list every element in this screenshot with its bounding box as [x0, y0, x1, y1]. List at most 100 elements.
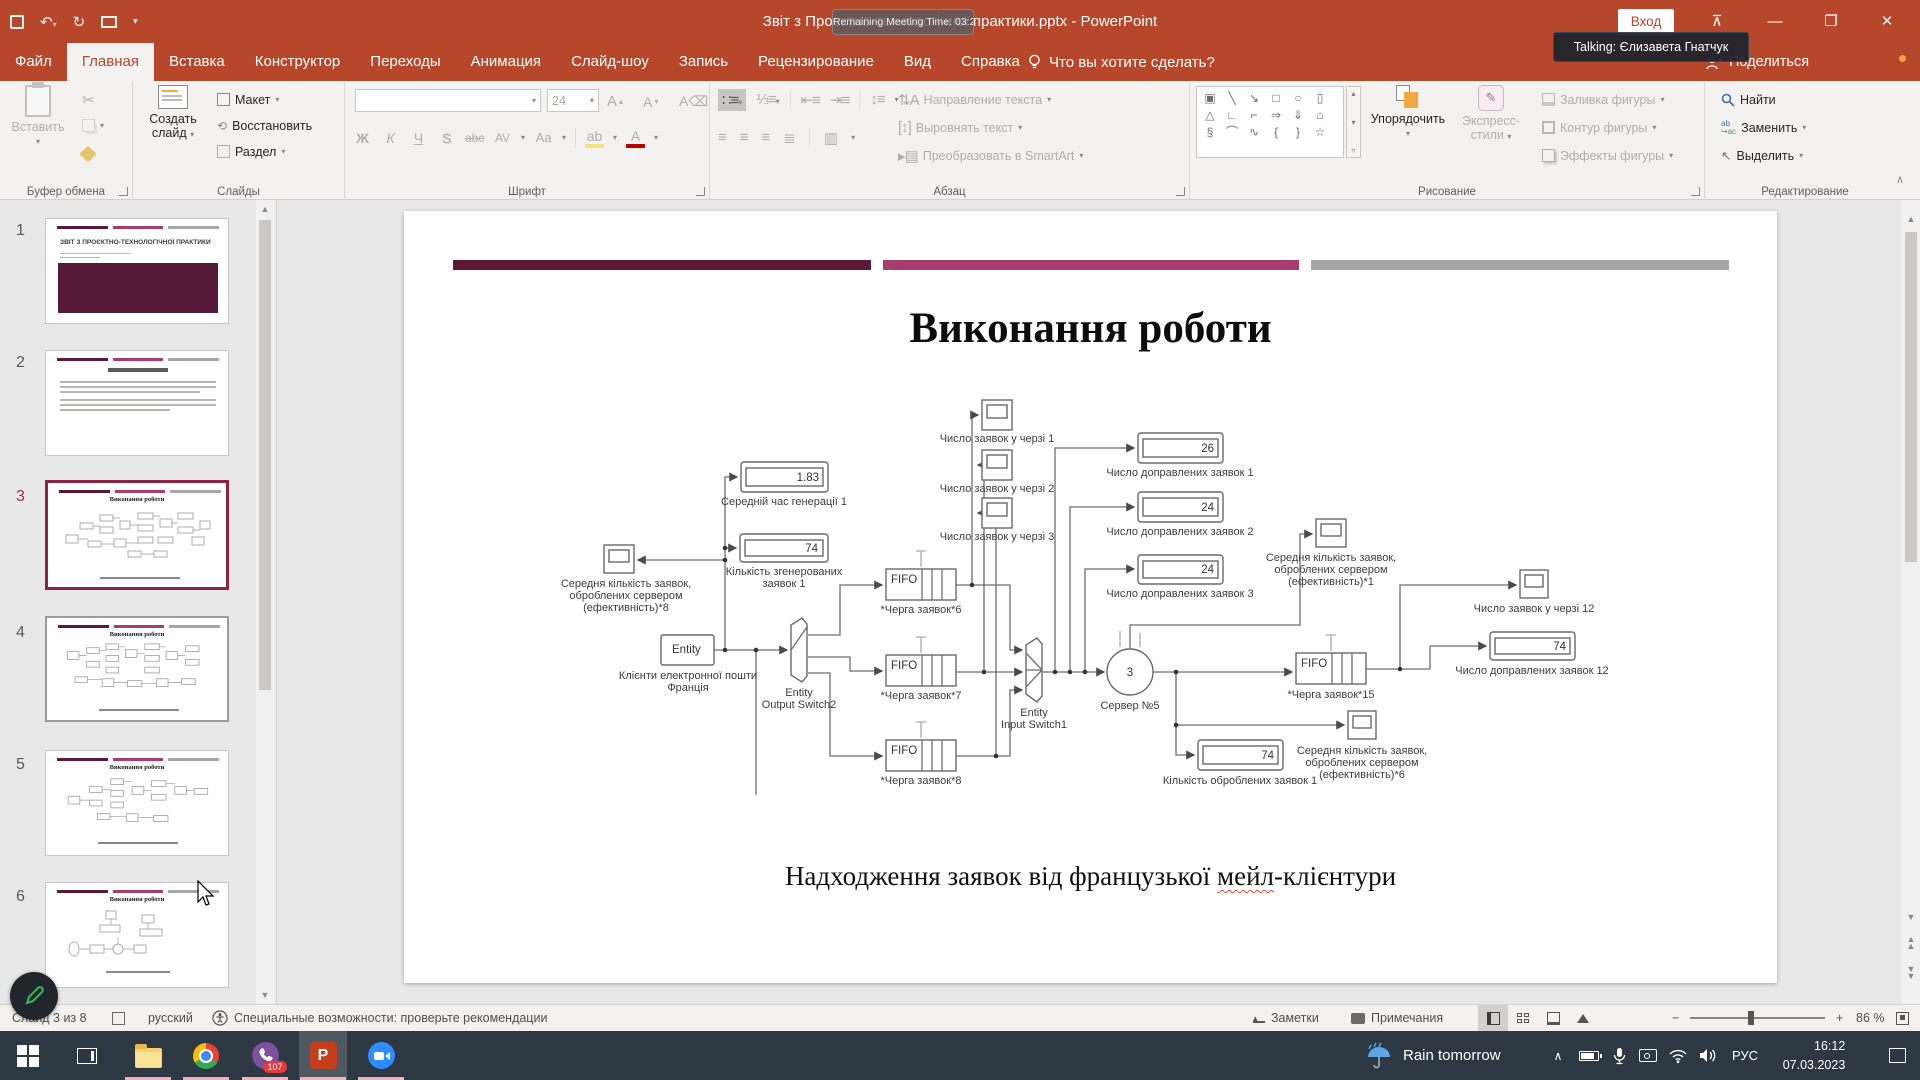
fit-slide-button[interactable] [1896, 1005, 1909, 1031]
scroll-thumb[interactable] [1905, 232, 1917, 562]
slide-sorter-view-button[interactable] [1508, 1005, 1538, 1031]
notes-status-icon[interactable] [112, 1005, 125, 1031]
restore-button[interactable]: ❐ [1808, 0, 1854, 43]
panel-scroll-thumb[interactable] [259, 220, 271, 690]
quick-styles-button[interactable]: ✎ Экспресс-стили ▾ [1452, 85, 1530, 179]
start-button[interactable] [4, 1031, 52, 1080]
slide-thumbnail-2[interactable] [45, 350, 229, 456]
normal-view-button[interactable] [1478, 1005, 1508, 1031]
drawing-dialog-launcher[interactable] [1691, 187, 1700, 196]
shape-fill-button[interactable]: Заливка фигуры▾ [1542, 87, 1664, 112]
panel-scroll-up-icon[interactable]: ▲ [256, 204, 274, 214]
scroll-up-icon[interactable]: ▲ [1902, 214, 1920, 224]
replace-button[interactable]: ab↪ac Заменить▾ [1721, 115, 1806, 140]
language-indicator[interactable]: РУС [1726, 1031, 1764, 1080]
font-size-select[interactable]: 24▾ [547, 89, 599, 112]
new-slide-button[interactable]: Создать слайд ▾ [137, 85, 209, 179]
slide-thumbnail-1[interactable]: ЗВІТ З ПРОЄКТНО-ТЕХНОЛОГІЧНОЇ ПРАКТИКИ [45, 218, 229, 324]
tell-me-search[interactable]: Что вы хотите сделать? [1028, 43, 1215, 81]
taskbar-chrome[interactable] [182, 1031, 230, 1080]
panel-scroll-down-icon[interactable]: ▼ [256, 990, 274, 1000]
gallery-down-icon[interactable]: ▿ [1351, 146, 1355, 155]
taskbar-powerpoint-active[interactable]: P [299, 1031, 347, 1080]
justify-icon[interactable]: ≣ [783, 129, 795, 147]
line-spacing-icon[interactable]: ↕≡ [870, 91, 884, 108]
task-view-button[interactable] [63, 1031, 111, 1080]
paste-button[interactable]: Вставить ▾ [2, 85, 74, 179]
gallery-more-icon[interactable]: ▾ [1351, 118, 1355, 127]
shapes-gallery-scrollbar[interactable]: ▴ ▾ ▿ [1346, 86, 1361, 158]
font-name-select[interactable]: ▾ [355, 89, 541, 112]
numbering-button[interactable]: ⅓≡▾ [756, 91, 779, 108]
italic-button[interactable]: К [381, 130, 400, 146]
grow-font-button[interactable]: А▴ [607, 89, 623, 114]
change-case-button[interactable]: Aa [534, 130, 553, 145]
gallery-up-icon[interactable]: ▴ [1351, 89, 1355, 98]
format-painter-button[interactable] [82, 141, 94, 166]
tab-design[interactable]: Конструктор [240, 43, 356, 81]
paragraph-dialog-launcher[interactable] [1176, 187, 1185, 196]
annotation-pencil-button[interactable] [10, 972, 58, 1020]
previous-slide-icon[interactable]: ▲▲ [1902, 936, 1920, 950]
comments-toggle[interactable]: Примечания [1351, 1005, 1443, 1031]
zoom-percent[interactable]: 86 % [1856, 1005, 1885, 1031]
decrease-indent-icon[interactable]: ⇤≡ [801, 91, 820, 109]
section-button[interactable]: Раздел▾ [217, 139, 285, 164]
reset-button[interactable]: ⟲Восстановить [217, 113, 312, 138]
minimize-button[interactable]: — [1752, 0, 1798, 43]
tab-record[interactable]: Запись [664, 43, 743, 81]
action-center-icon[interactable] [1880, 1031, 1914, 1080]
character-spacing-button[interactable]: AV [493, 131, 512, 145]
weather-widget[interactable]: Rain tomorrow [1364, 1031, 1501, 1080]
tab-help[interactable]: Справка [946, 43, 1035, 81]
shapes-gallery[interactable]: ▣╲↘□○▯ △∟⌐⇒⇓⌂ §⌒∿{}☆ [1196, 86, 1344, 158]
clear-formatting-button[interactable]: А⌫ [679, 89, 708, 114]
slide-title[interactable]: Виконання роботи [404, 304, 1777, 353]
close-button[interactable]: × [1864, 0, 1910, 43]
shrink-font-button[interactable]: А▾ [643, 89, 658, 114]
shape-effects-button[interactable]: Эффекты фигуры▾ [1542, 143, 1673, 168]
underline-button[interactable]: Ч [409, 130, 428, 146]
layout-button[interactable]: Макет▾ [217, 87, 279, 112]
volume-icon[interactable] [1694, 1031, 1722, 1080]
taskbar-explorer[interactable] [124, 1031, 172, 1080]
align-center-icon[interactable]: ≡ [740, 129, 748, 146]
shape-outline-button[interactable]: Контур фигуры▾ [1542, 115, 1656, 140]
align-text-button[interactable]: [↕]Выровнять текст▾ [898, 115, 1022, 140]
zoom-slider[interactable] [1690, 1005, 1825, 1031]
collapse-ribbon-icon[interactable]: ∧ [1896, 173, 1904, 186]
slideshow-view-button[interactable] [1568, 1005, 1598, 1031]
taskbar-viber[interactable]: 107 [241, 1031, 289, 1080]
microphone-icon[interactable] [1606, 1031, 1632, 1080]
arrange-button[interactable]: Упорядочить ▾ [1368, 85, 1448, 179]
align-left-icon[interactable]: ≡ [718, 129, 726, 146]
tab-slideshow[interactable]: Слайд-шоу [556, 43, 664, 81]
zoom-in-button[interactable]: + [1836, 1005, 1843, 1031]
text-shadow-button[interactable]: S [437, 130, 456, 146]
slide-caption[interactable]: Надходження заявок від французької мейл-… [404, 861, 1777, 892]
wifi-icon[interactable] [1664, 1031, 1692, 1080]
language-status[interactable]: русский [148, 1005, 193, 1031]
slide-thumbnail-4[interactable]: Виконання роботи [45, 616, 229, 722]
accessibility-status[interactable]: Специальные возможности: проверьте реком… [212, 1005, 547, 1031]
main-scrollbar[interactable]: ▲ ▼ ▲▲ ▼▼ [1902, 200, 1920, 1004]
highlight-color-button[interactable]: ab [585, 128, 604, 148]
slide-thumbnail-5[interactable]: Виконання роботи [45, 750, 229, 856]
text-direction-button[interactable]: ⇅AНаправление текста▾ [898, 87, 1051, 112]
tab-file[interactable]: Файл [0, 43, 67, 81]
tray-chevron-icon[interactable]: ∧ [1546, 1031, 1570, 1080]
tab-home[interactable]: Главная [67, 43, 154, 81]
clipboard-dialog-launcher[interactable] [119, 187, 128, 196]
increase-indent-icon[interactable]: ⇥≡ [830, 91, 849, 109]
copy-button[interactable]: ▾ [82, 113, 104, 138]
font-color-button[interactable]: А [626, 128, 645, 148]
zoom-slider-thumb[interactable] [1748, 1011, 1754, 1025]
bold-button[interactable]: Ж [353, 130, 372, 146]
cut-button[interactable]: ✂ [82, 87, 95, 112]
find-button[interactable]: Найти [1721, 87, 1776, 112]
reading-view-button[interactable] [1538, 1005, 1568, 1031]
next-slide-icon[interactable]: ▼▼ [1902, 966, 1920, 980]
scroll-down-icon[interactable]: ▼ [1902, 912, 1920, 922]
taskbar-zoom[interactable] [357, 1031, 405, 1080]
smartart-button[interactable]: ▸▤Преобразовать в SmartArt▾ [898, 143, 1083, 168]
